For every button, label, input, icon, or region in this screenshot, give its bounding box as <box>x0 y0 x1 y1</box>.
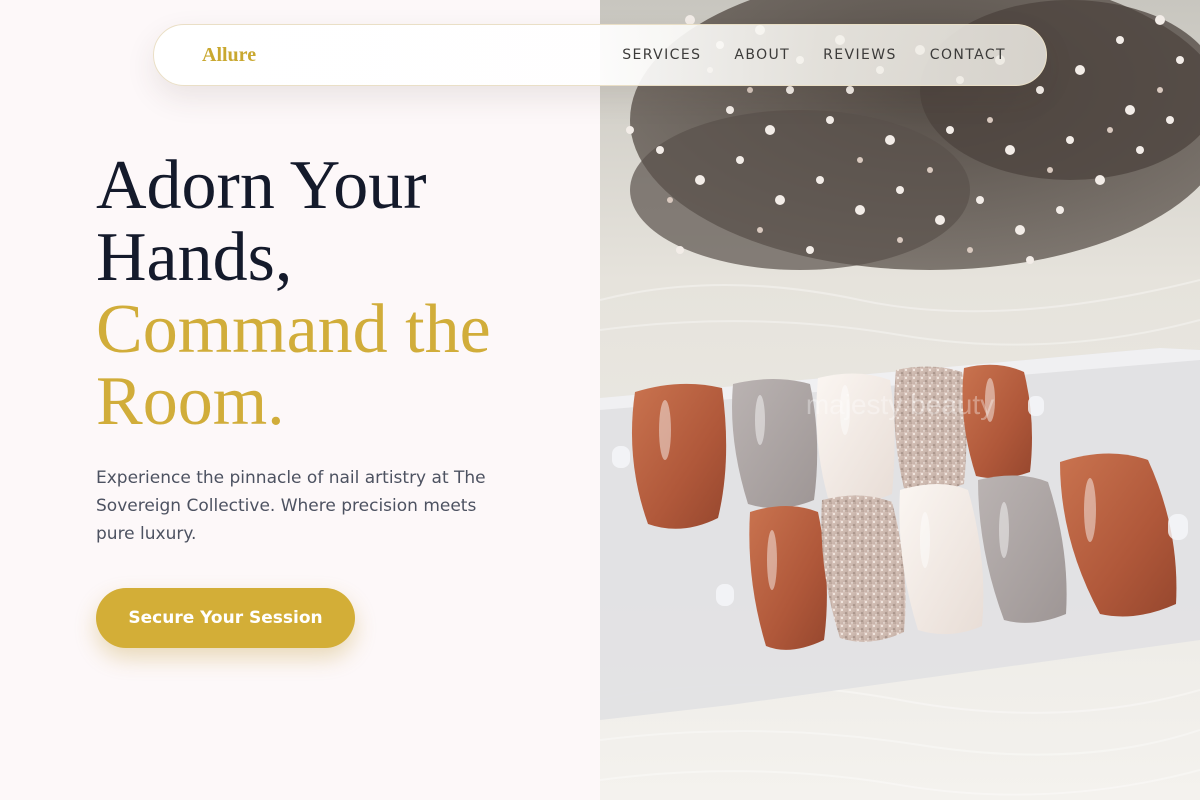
hero-image: majesty beauty <box>600 0 1200 800</box>
headline-line-3: Command the <box>96 291 491 368</box>
nav-link-services[interactable]: SERVICES <box>622 47 701 63</box>
hero-description: Experience the pinnacle of nail artistry… <box>96 468 486 544</box>
headline-line-2: Hands, <box>96 219 293 296</box>
nav-link-contact[interactable]: CONTACT <box>930 47 1006 63</box>
photo-watermark: majesty beauty <box>806 389 994 420</box>
book-session-button[interactable]: Secure Your Session <box>96 588 355 648</box>
headline-line-1: Adorn Your <box>96 147 427 224</box>
nav-link-reviews[interactable]: REVIEWS <box>823 47 897 63</box>
top-navbar: Allure SERVICES ABOUT REVIEWS CONTACT <box>153 24 1047 86</box>
brand-logo[interactable]: Allure <box>202 44 256 67</box>
hero-headline: Adorn Your Hands, Command the Room. <box>96 150 491 438</box>
nav-link-about[interactable]: ABOUT <box>734 47 790 63</box>
nav-links: SERVICES ABOUT REVIEWS CONTACT <box>622 47 1006 63</box>
headline-line-4: Room. <box>96 363 285 440</box>
